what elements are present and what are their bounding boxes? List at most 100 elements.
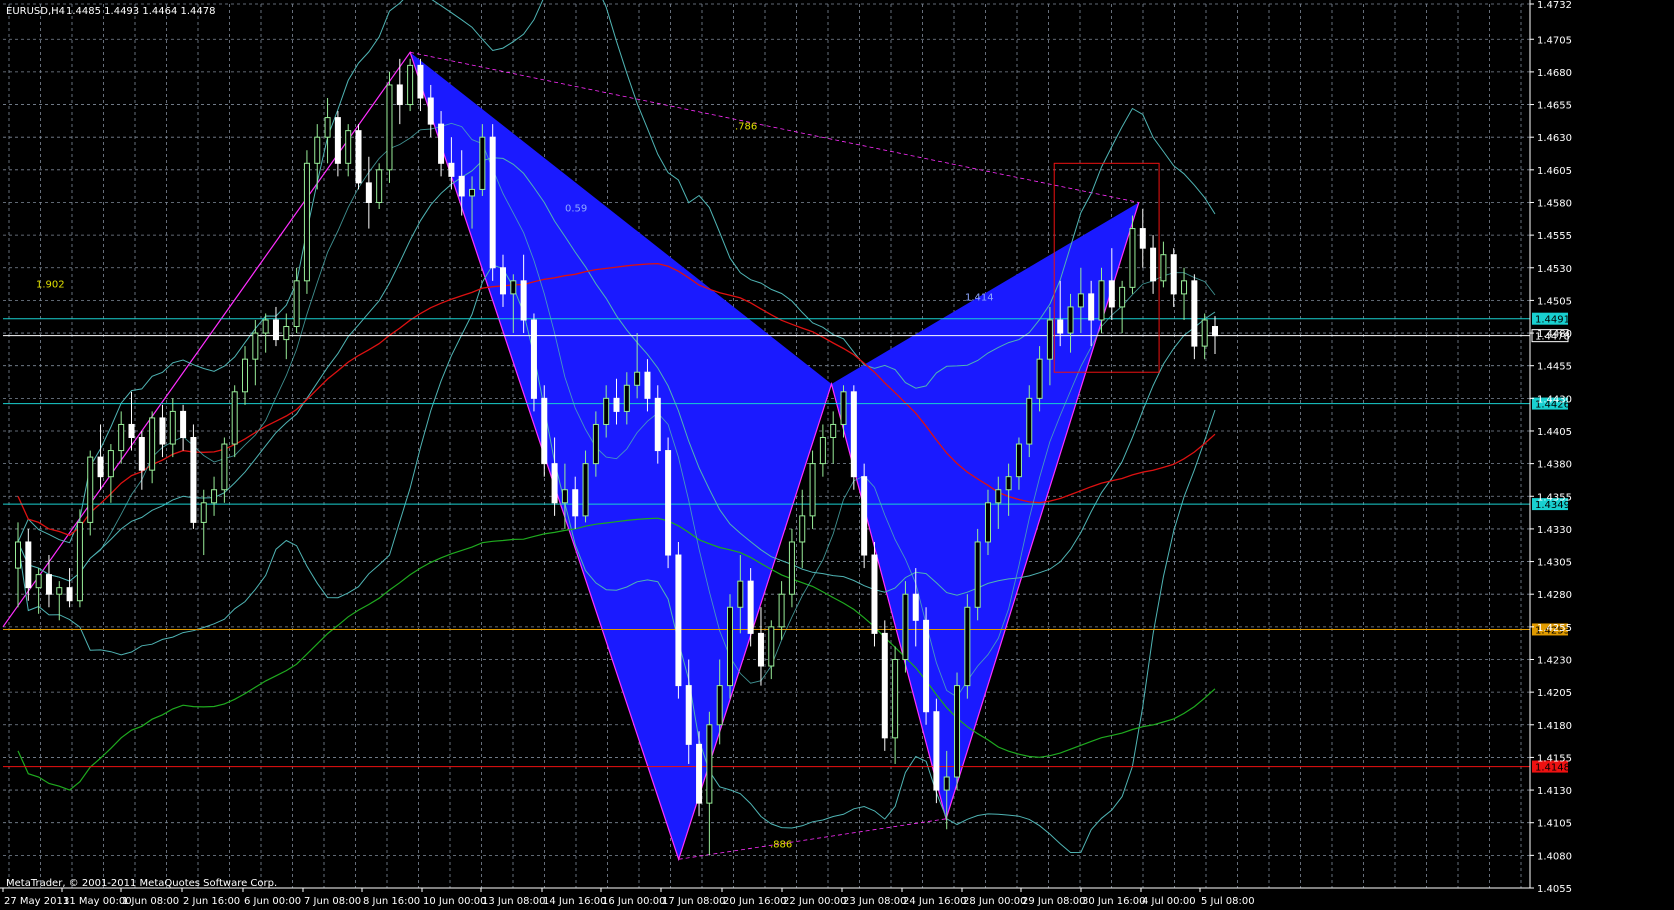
candle-body bbox=[128, 423, 135, 439]
candle-body bbox=[551, 463, 558, 504]
y-tick-label: 1.4155 bbox=[1537, 753, 1572, 764]
x-tick-label: 23 Jun 08:00 bbox=[843, 896, 907, 907]
candle-body bbox=[1005, 476, 1012, 491]
candle-body bbox=[1129, 228, 1136, 288]
x-tick-label: 22 Jun 00:00 bbox=[783, 896, 847, 907]
y-tick-label: 1.4505 bbox=[1537, 296, 1572, 307]
y-tick-label: 1.4680 bbox=[1537, 68, 1572, 79]
y-tick-label: 1.4205 bbox=[1537, 688, 1572, 699]
y-tick-label: 1.4130 bbox=[1537, 786, 1572, 797]
chart-symbol-label: EURUSD,H4 bbox=[6, 6, 65, 17]
y-tick-label: 1.4630 bbox=[1537, 133, 1572, 144]
candle-body bbox=[1046, 319, 1053, 360]
candle-body bbox=[97, 456, 104, 478]
candle-body bbox=[345, 130, 352, 164]
candle-body bbox=[995, 489, 1002, 504]
x-tick-label: 6 Jun 00:00 bbox=[244, 896, 301, 907]
candle-body bbox=[138, 437, 145, 471]
y-tick-label: 1.4280 bbox=[1537, 590, 1572, 601]
candle-body bbox=[675, 554, 682, 687]
candle-body bbox=[685, 685, 692, 745]
candle-body bbox=[272, 319, 279, 341]
candle-body bbox=[1160, 254, 1167, 282]
candle-body bbox=[892, 658, 899, 739]
candle-body bbox=[1139, 228, 1146, 249]
x-tick-label: 7 Jun 08:00 bbox=[304, 896, 361, 907]
candle-body bbox=[1077, 293, 1084, 308]
candle-body bbox=[35, 574, 42, 589]
candle-body bbox=[479, 136, 486, 190]
candle-body bbox=[654, 397, 661, 452]
candle-body bbox=[417, 64, 424, 99]
candle-body bbox=[510, 280, 517, 295]
candle-body bbox=[747, 580, 754, 634]
chart-window[interactable]: 1.4491 1.4478 1.4426 1.4349 1.4253 1.4148 1.9… bbox=[0, 0, 1674, 910]
candle-body bbox=[778, 593, 785, 628]
candle-body bbox=[293, 280, 300, 328]
candle-body bbox=[819, 437, 826, 465]
candle-body bbox=[489, 136, 496, 269]
price-chart[interactable]: 1.44911.44781.44261.43491.42531.4148 1.9… bbox=[0, 0, 1674, 910]
candle-body bbox=[1088, 293, 1095, 321]
candle-body bbox=[644, 371, 651, 399]
candle-body bbox=[1026, 397, 1033, 445]
candle-body bbox=[613, 397, 620, 412]
candle-body bbox=[706, 724, 713, 804]
candle-body bbox=[850, 391, 857, 478]
candle-body bbox=[438, 123, 445, 164]
y-tick-label: 1.4580 bbox=[1537, 198, 1572, 209]
candle-body bbox=[984, 502, 991, 543]
candle-body bbox=[727, 606, 734, 687]
y-tick-label: 1.4355 bbox=[1537, 492, 1572, 503]
candle-body bbox=[1067, 306, 1074, 334]
x-tick-label: 14 Jun 16:00 bbox=[543, 896, 607, 907]
candle-body bbox=[1181, 280, 1188, 295]
candle-body bbox=[365, 182, 372, 203]
y-tick-label: 1.4105 bbox=[1537, 819, 1572, 830]
candle-body bbox=[386, 84, 393, 171]
candle-body bbox=[716, 685, 723, 726]
y-tick-label: 1.4330 bbox=[1537, 525, 1572, 536]
candle-body bbox=[1201, 319, 1208, 347]
chart-ohlc-readout: 1.4485 1.4493 1.4464 1.4478 bbox=[66, 6, 216, 17]
x-tick-label: 27 May 2011 bbox=[4, 896, 69, 907]
candle-body bbox=[469, 188, 476, 197]
candle-body bbox=[499, 267, 506, 295]
candle-body bbox=[799, 515, 806, 543]
x-tick-label: 17 Jun 08:00 bbox=[662, 896, 726, 907]
candle-body bbox=[448, 162, 455, 177]
candle-body bbox=[334, 117, 341, 164]
candle-body bbox=[902, 593, 909, 660]
candle-body bbox=[76, 521, 83, 602]
y-tick-label: 1.4255 bbox=[1537, 623, 1572, 634]
candle-body bbox=[159, 417, 166, 445]
x-tick-label: 13 Jun 08:00 bbox=[482, 896, 546, 907]
copyright-text: MetaTrader, © 2001-2011 MetaQuotes Softw… bbox=[6, 878, 277, 889]
candle-body bbox=[200, 502, 207, 523]
y-tick-label: 1.4305 bbox=[1537, 558, 1572, 569]
candle-body bbox=[180, 410, 187, 439]
candle-body bbox=[45, 574, 52, 595]
y-tick-label: 1.4430 bbox=[1537, 394, 1572, 405]
candle-body bbox=[458, 175, 465, 197]
candle-body bbox=[87, 456, 94, 523]
candle-body bbox=[788, 541, 795, 595]
candle-body bbox=[252, 332, 259, 360]
y-tick-label: 1.4705 bbox=[1537, 35, 1572, 46]
candle-body bbox=[427, 97, 434, 125]
candle-body bbox=[520, 280, 527, 321]
x-tick-label: 10 Jun 00:00 bbox=[423, 896, 487, 907]
candle-body bbox=[582, 463, 589, 517]
x-tick-label: 4 Jul 00:00 bbox=[1142, 896, 1196, 907]
y-tick-label: 1.4530 bbox=[1537, 264, 1572, 275]
ratio-annotation: .886 bbox=[770, 840, 792, 851]
candle-body bbox=[107, 450, 114, 478]
x-tick-label: 29 Jun 08:00 bbox=[1022, 896, 1086, 907]
price-level-label: 1.4491 bbox=[1535, 315, 1570, 326]
candle-body bbox=[809, 463, 816, 517]
candle-body bbox=[25, 541, 32, 589]
x-tick-label: 2 Jun 16:00 bbox=[183, 896, 240, 907]
x-tick-label: 30 Jun 16:00 bbox=[1082, 896, 1146, 907]
ratio-annotation: 1.902 bbox=[36, 279, 65, 290]
candle-body bbox=[211, 489, 218, 504]
